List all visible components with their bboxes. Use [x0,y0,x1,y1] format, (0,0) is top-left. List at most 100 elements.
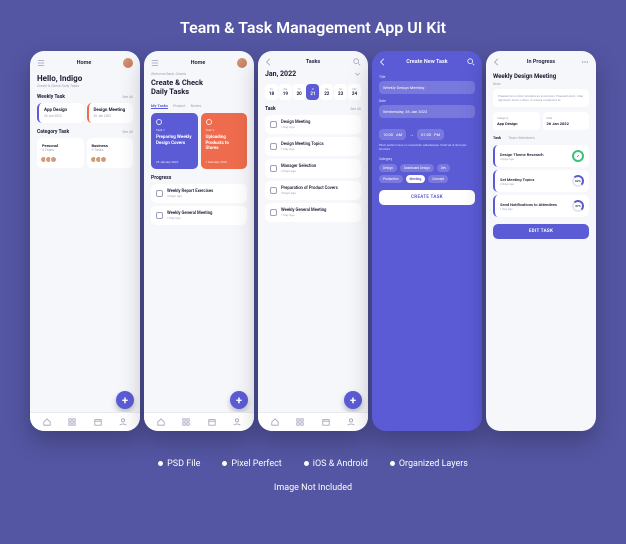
day-cell[interactable]: Tu18 [265,84,278,100]
task-label: Task [265,106,276,112]
task-item[interactable]: Design Meeting Topics 1 Day Ago [265,137,361,156]
meta-date: Date 26 Jan 2022 [543,112,590,130]
nav-grid-icon[interactable] [182,418,190,426]
weekly-card[interactable]: Design Meeting 28 Jan 2022 [87,103,134,123]
task-item[interactable]: Design Meeting 1 Day Ago [265,115,361,134]
fab-add[interactable]: + [344,391,362,409]
time-from-input[interactable]: 10:00AM [379,129,406,140]
task-badge: Task 2 [206,128,243,132]
category-chip[interactable]: Design [379,164,397,172]
search-icon[interactable] [467,58,475,66]
see-all-link[interactable]: See All [122,130,133,134]
cat-sub: 4 Tasks [42,148,79,152]
checkbox-icon[interactable] [156,212,163,219]
subtask-item[interactable]: Set Meeting Topics 2 Days Ago 62% [493,170,589,192]
progress-tabs: Task Team Members [493,135,589,140]
see-all-link[interactable]: See All [122,95,133,99]
progress-item[interactable]: Weekly Report Exercises 3 Days Ago [151,184,247,203]
tab-team-members[interactable]: Team Members [508,135,534,140]
avatar[interactable] [237,58,247,68]
task-item[interactable]: Weekly General Meeting 1 Day Ago [265,203,361,222]
fab-add[interactable]: + [230,391,248,409]
category-chip[interactable]: Dev [437,164,450,172]
nav-home-icon[interactable] [43,418,51,426]
category-chip[interactable]: Dashboard Design [400,164,434,172]
time-range-row: 10:00AM → 01:00PM [379,129,475,140]
welcome-back: Welcome Back, Oriana [151,72,247,76]
screen-home-2: Home Welcome Back, Oriana Create & Check… [144,51,254,431]
subtask-item[interactable]: Send Notifications to Attendees 1 Day Ag… [493,195,589,217]
nav-profile-icon[interactable] [347,418,355,426]
fab-add[interactable]: + [116,391,134,409]
nav-grid-icon[interactable] [296,418,304,426]
nav-calendar-icon[interactable] [322,418,330,426]
nav-calendar-icon[interactable] [94,418,102,426]
day-cell[interactable]: We19 [279,84,292,100]
phone-row: Home Hello, Indigo Create & Check Daily … [0,51,626,431]
tab-my-tasks[interactable]: My Tasks [151,103,168,109]
progress-item[interactable]: Weekly General Meeting 1 Day Ago [151,206,247,225]
nav-home-icon[interactable] [157,418,165,426]
day-cell[interactable]: Th20 [293,84,306,100]
card-title: Design Meeting [94,108,129,113]
edit-task-button[interactable]: EDIT TASK [493,224,589,239]
greeting: Hello, Indigo [37,74,133,83]
more-icon[interactable] [581,58,589,66]
day-cell[interactable]: Sa22 [320,84,333,100]
task-card[interactable]: Task 2 Uploading Products to Stores 1 Fe… [201,113,248,169]
chevron-down-icon[interactable] [354,71,361,78]
day-cell[interactable]: Mo24 [348,84,361,100]
cat-sub: 9 Tasks [92,148,129,152]
menu-icon[interactable] [151,59,159,67]
checkbox-icon[interactable] [270,165,277,172]
avatar[interactable] [123,58,133,68]
day-cell-active[interactable]: Fr21 [306,84,319,100]
footnote-item: PSD File [158,459,200,469]
kit-title: Team & Task Management App UI Kit [0,0,626,51]
title-input[interactable]: Weekly Design Meeting [379,81,475,94]
menu-icon[interactable] [37,59,45,67]
day-cell[interactable]: Su23 [334,84,347,100]
nav-grid-icon[interactable] [68,418,76,426]
item-sub: 1 Day Ago [281,213,326,217]
checkbox-icon[interactable] [156,190,163,197]
progress-ring: ✓ [572,150,584,162]
task-badge: Task 1 [156,128,193,132]
date-input[interactable]: Wednesday, 26 Jan 2022 [379,105,475,118]
time-to-input[interactable]: 01:00PM [417,129,444,140]
checkbox-icon[interactable] [270,143,277,150]
tab-project[interactable]: Project [173,103,186,109]
checkbox-icon[interactable] [270,121,277,128]
tab-task[interactable]: Task [493,135,501,140]
back-icon[interactable] [265,58,273,66]
screen-in-progress: In Progress Weekly Design Meeting Note P… [486,51,596,431]
category-chip[interactable]: Meeting [406,175,426,183]
see-all-link[interactable]: See All [350,107,361,111]
avatar-stack [42,156,79,163]
bottom-nav [30,412,140,431]
task-card[interactable]: Task 1 Preparing Weekly Design Covers 25… [151,113,198,169]
category-chip[interactable]: Production [379,175,403,183]
task-item[interactable]: Manager Selection 2 Days Ago [265,159,361,178]
checkbox-icon[interactable] [270,209,277,216]
nav-home-icon[interactable] [271,418,279,426]
subtask-item[interactable]: Design Theme Research 3 Days Ago ✓ [493,145,589,167]
tab-notes[interactable]: Notes [191,103,202,109]
search-icon[interactable] [353,58,361,66]
back-icon[interactable] [493,58,501,66]
back-icon[interactable] [379,58,387,66]
task-description: Etiam pretium risus, in consectetur pell… [379,144,475,152]
checkbox-icon[interactable] [270,187,277,194]
category-chip[interactable]: Concept [428,175,448,183]
nav-profile-icon[interactable] [233,418,241,426]
tabs: My Tasks Project Notes [151,103,247,109]
create-task-button[interactable]: CREATE TASK [379,190,475,205]
task-item[interactable]: Preparation of Product Covers 3 Days Ago [265,181,361,200]
nav-calendar-icon[interactable] [208,418,216,426]
topbar: Create New Task [372,51,482,70]
category-card[interactable]: Personal 4 Tasks [37,138,84,168]
category-card[interactable]: Business 9 Tasks [87,138,134,168]
nav-profile-icon[interactable] [119,418,127,426]
weekly-card[interactable]: App Design 26 Jan 2022 [37,103,84,123]
footnote-item: Organized Layers [390,459,468,469]
